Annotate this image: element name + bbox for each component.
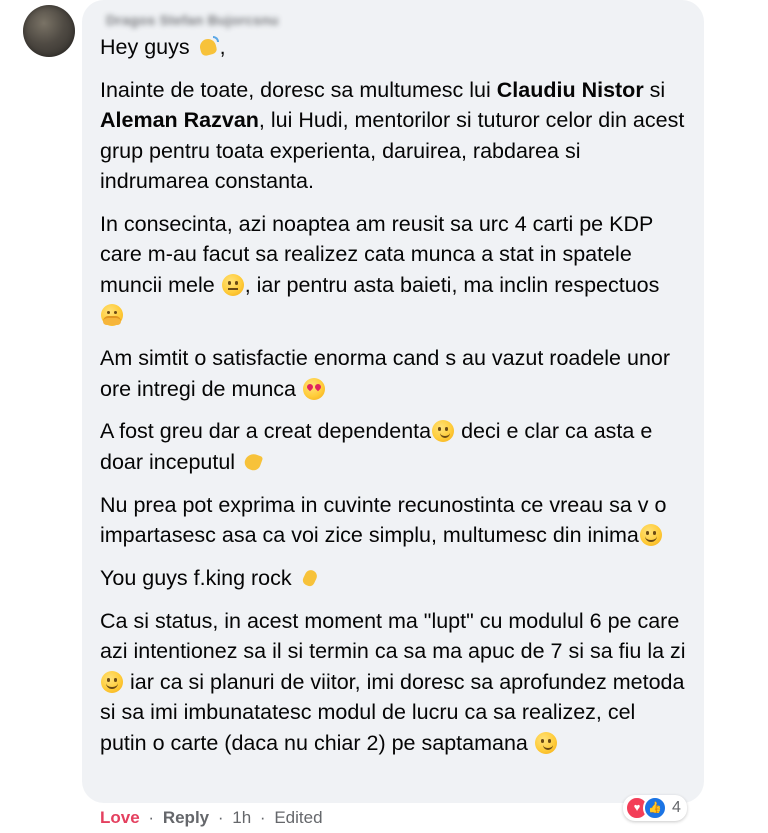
text-segment: Inainte de toate, doresc sa multumesc lu… bbox=[100, 77, 497, 102]
separator: · bbox=[148, 808, 155, 827]
edited-label[interactable]: Edited bbox=[274, 808, 322, 827]
text-segment: You guys f.king rock bbox=[100, 566, 298, 591]
smile-face-icon bbox=[101, 670, 123, 693]
text-segment: , iar pentru asta baieti, ma inclin resp… bbox=[244, 272, 660, 297]
reply-button[interactable]: Reply bbox=[163, 808, 209, 827]
hugging-face-icon bbox=[101, 304, 123, 327]
comment-paragraph: Am simtit o satisfactie enorma cand s au… bbox=[100, 343, 686, 404]
separator: · bbox=[259, 808, 266, 827]
comment-text: Hey guys , Inainte de toate, doresc sa mu… bbox=[100, 32, 686, 758]
author-avatar[interactable] bbox=[23, 5, 75, 57]
separator: · bbox=[217, 808, 224, 827]
mention-link[interactable]: Aleman Razvan bbox=[100, 108, 259, 132]
comment-paragraph: Nu prea pot exprima in cuvinte recunosti… bbox=[100, 490, 686, 551]
comment-paragraph: Inainte de toate, doresc sa multumesc lu… bbox=[100, 75, 686, 197]
text-segment: Am simtit o satisfactie enorma cand s au… bbox=[100, 346, 671, 401]
comment-paragraph: In consecinta, azi noaptea am reusit sa … bbox=[100, 209, 686, 331]
comment-timestamp[interactable]: 1h bbox=[232, 808, 251, 827]
love-reaction-button[interactable]: Love bbox=[100, 808, 140, 827]
heart-eyes-icon bbox=[302, 377, 325, 400]
text-segment: Ca si status, in acest moment ma "lupt" … bbox=[100, 609, 686, 664]
blush-face-icon bbox=[639, 524, 662, 547]
smirk-face-icon bbox=[534, 731, 557, 754]
author-name[interactable]: Dragos Stefan Bujorcsnu bbox=[106, 10, 686, 30]
flexed-biceps-icon bbox=[242, 451, 264, 473]
text-segment: si bbox=[643, 77, 666, 102]
comment-paragraph: Ca si status, in acest moment ma "lupt" … bbox=[100, 606, 686, 758]
reaction-summary[interactable]: ♥ 👍 4 bbox=[623, 795, 687, 821]
like-reaction-icon: 👍 bbox=[643, 796, 667, 820]
text-segment: iar ca si planuri de viitor, imi doresc … bbox=[100, 669, 685, 755]
reaction-count: 4 bbox=[672, 799, 681, 816]
text-segment: , bbox=[219, 35, 226, 59]
smirk-face-icon bbox=[432, 420, 455, 443]
rock-hand-icon bbox=[299, 567, 321, 589]
mention-link[interactable]: Claudiu Nistor bbox=[497, 78, 644, 102]
neutral-face-icon bbox=[221, 273, 244, 296]
comment-paragraph: Hey guys , bbox=[100, 32, 686, 62]
comment-bubble: Dragos Stefan Bujorcsnu Hey guys , Inaint… bbox=[82, 0, 704, 803]
text-segment: Hey guys bbox=[100, 35, 196, 59]
comment-actions: Love · Reply · 1h · Edited bbox=[100, 806, 323, 830]
text-segment: A fost greu dar a creat dependenta bbox=[100, 419, 432, 444]
comment-paragraph: You guys f.king rock bbox=[100, 563, 686, 593]
text-segment: Nu prea pot exprima in cuvinte recunosti… bbox=[100, 492, 667, 548]
waving-hand-icon bbox=[197, 36, 219, 58]
comment-paragraph: A fost greu dar a creat dependenta deci … bbox=[100, 416, 686, 477]
